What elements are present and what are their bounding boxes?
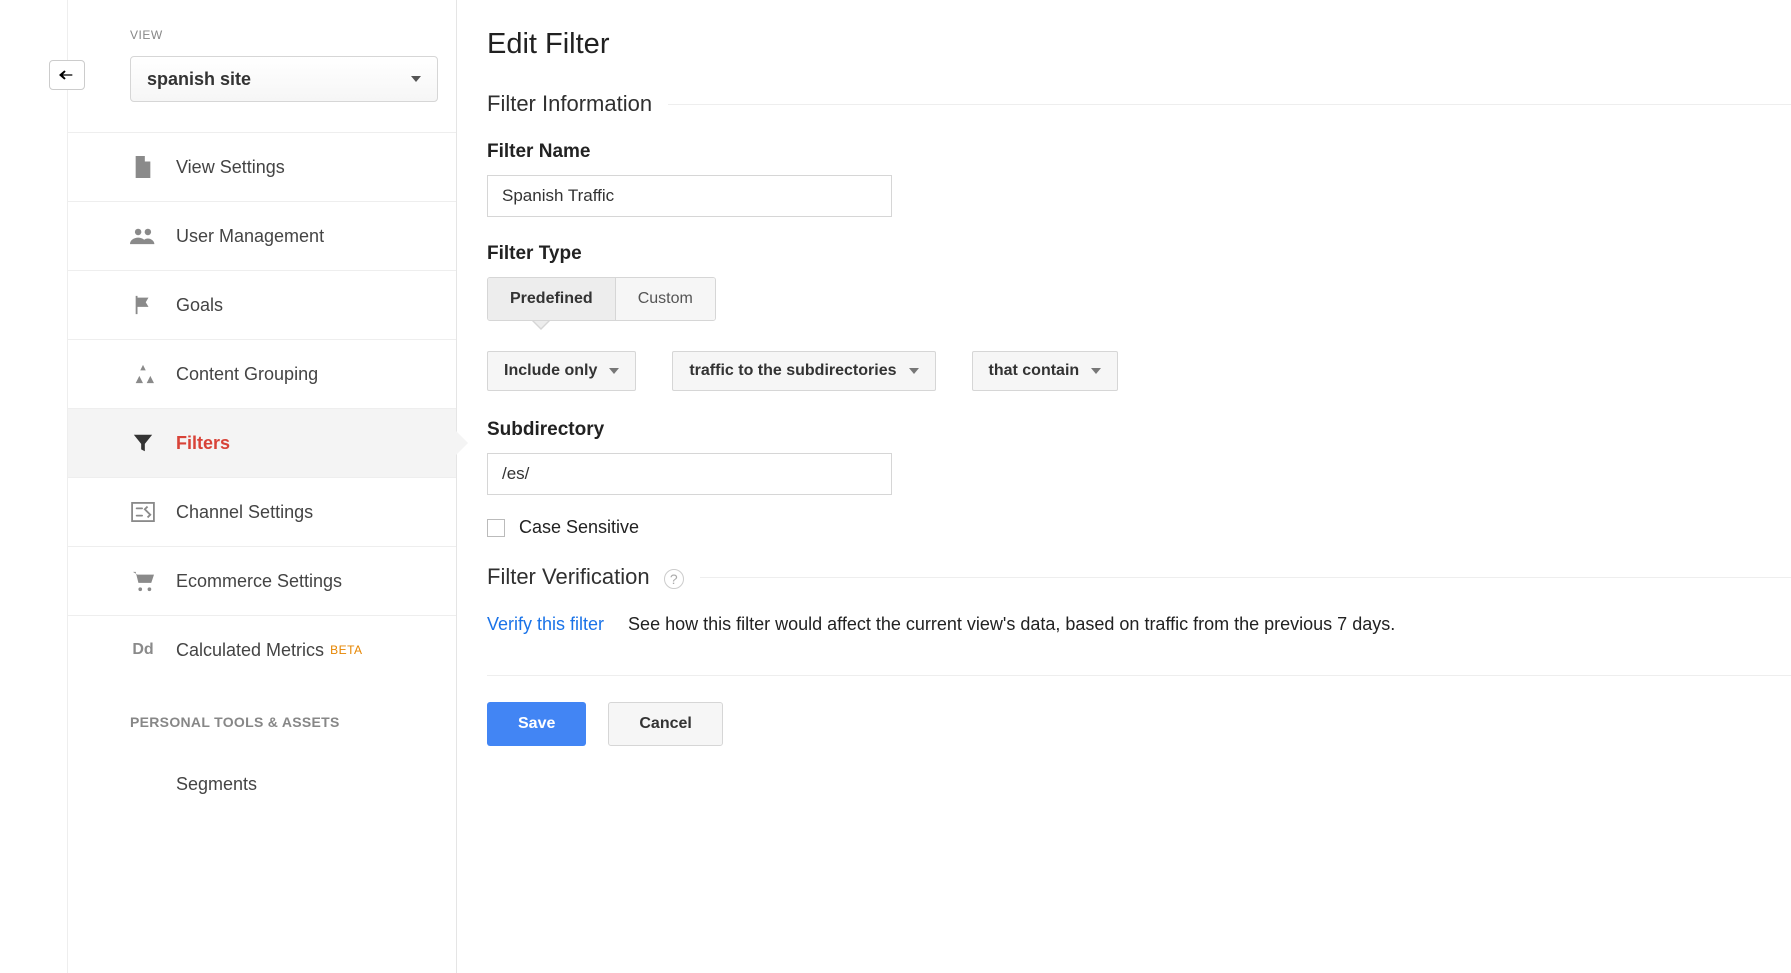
save-button[interactable]: Save [487,702,586,746]
dropdown-label: Include only [504,362,597,380]
people-icon [130,223,156,249]
metrics-icon: Dd [130,637,156,663]
sidebar-item-user-management[interactable]: User Management [68,202,456,271]
sidebar-item-label: Ecommerce Settings [176,571,342,592]
sidebar-item-label: User Management [176,226,324,247]
case-sensitive-label: Case Sensitive [519,517,639,538]
layout: VIEW spanish site View Settings User Man… [0,0,1791,973]
button-row: Save Cancel [487,702,1791,746]
verify-filter-link[interactable]: Verify this filter [487,614,604,635]
caret-down-icon [909,368,919,374]
subdirectory-label: Subdirectory [487,419,1791,441]
case-sensitive-row: Case Sensitive [487,517,1791,538]
sidebar-item-segments[interactable]: Segments [68,750,456,818]
filter-dropdown-row: Include only traffic to the subdirectori… [487,351,1791,391]
cancel-button[interactable]: Cancel [608,702,722,746]
sidebar-item-label: Channel Settings [176,502,313,523]
section-label: Filter Information [487,91,652,117]
document-icon [130,154,156,180]
sidebar: VIEW spanish site View Settings User Man… [67,0,457,973]
sidebar-item-label: Filters [176,433,230,454]
verify-description: See how this filter would affect the cur… [628,614,1395,635]
sidebar-item-label: Calculated Metrics [176,640,324,661]
include-dropdown[interactable]: Include only [487,351,636,391]
dropdown-label: that contain [989,362,1080,380]
sidebar-item-calculated-metrics[interactable]: Dd Calculated Metrics BETA [68,616,456,684]
back-arrow-icon [58,67,76,83]
contain-dropdown[interactable]: that contain [972,351,1119,391]
section-filter-information: Filter Information [487,91,1791,117]
sidebar-item-label: Goals [176,295,223,316]
filter-icon [130,430,156,456]
sidebar-item-label: Content Grouping [176,364,318,385]
back-button[interactable] [49,60,85,90]
sidebar-nav: View Settings User Management Goals Cont… [68,132,456,684]
channel-icon [130,499,156,525]
beta-badge: BETA [330,643,362,657]
cart-icon [130,568,156,594]
view-selector[interactable]: spanish site [130,56,438,102]
traffic-dropdown[interactable]: traffic to the subdirectories [672,351,935,391]
section-label: Filter Verification ? [487,564,684,590]
tab-pointer-icon [532,321,550,330]
tab-predefined[interactable]: Predefined [488,278,616,320]
section-filter-verification: Filter Verification ? [487,564,1791,590]
case-sensitive-checkbox[interactable] [487,519,505,537]
divider [487,675,1791,676]
view-heading: VIEW [68,28,456,42]
page-title: Edit Filter [487,28,1791,61]
caret-down-icon [411,76,421,82]
sidebar-item-goals[interactable]: Goals [68,271,456,340]
sidebar-item-label: Segments [176,774,257,795]
caret-down-icon [609,368,619,374]
filter-name-label: Filter Name [487,141,1791,163]
sidebar-item-channel-settings[interactable]: Channel Settings [68,478,456,547]
verify-row: Verify this filter See how this filter w… [487,614,1791,635]
sidebar-item-label: View Settings [176,157,285,178]
dropdown-label: traffic to the subdirectories [689,362,896,380]
section-divider [668,104,1791,105]
flag-icon [130,292,156,318]
filter-type-label: Filter Type [487,243,1791,265]
section-label-text: Filter Verification [487,564,650,589]
filter-name-input[interactable] [487,175,892,217]
caret-down-icon [1091,368,1101,374]
main-content: Edit Filter Filter Information Filter Na… [457,0,1791,973]
filter-type-tabs: Predefined Custom [487,277,716,321]
subdirectory-input[interactable] [487,453,892,495]
tab-custom[interactable]: Custom [616,278,715,320]
segments-icon [130,771,156,797]
sidebar-item-filters[interactable]: Filters [68,408,456,478]
sidebar-item-ecommerce-settings[interactable]: Ecommerce Settings [68,547,456,616]
personal-tools-heading: PERSONAL TOOLS & ASSETS [68,684,456,750]
help-icon[interactable]: ? [664,569,684,589]
grouping-icon [130,361,156,387]
view-selector-value: spanish site [147,69,251,90]
sidebar-item-view-settings[interactable]: View Settings [68,132,456,202]
section-divider [700,577,1791,578]
sidebar-item-content-grouping[interactable]: Content Grouping [68,340,456,409]
